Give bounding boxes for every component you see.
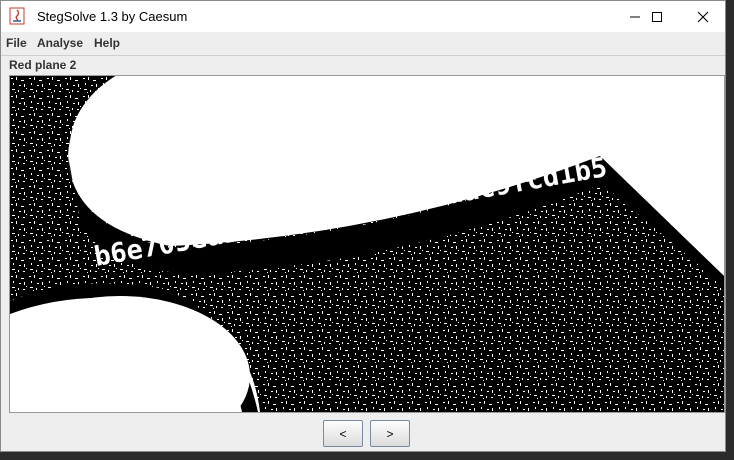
close-button[interactable] xyxy=(681,1,725,32)
title-bar: StegSolve 1.3 by Caesum xyxy=(1,1,725,32)
menu-help[interactable]: Help xyxy=(94,36,120,50)
menu-file[interactable]: File xyxy=(6,36,27,50)
close-icon xyxy=(697,11,709,22)
window-title: StegSolve 1.3 by Caesum xyxy=(37,9,188,24)
previous-plane-button[interactable]: < xyxy=(323,420,363,447)
maximize-icon xyxy=(652,11,662,22)
maximize-button[interactable] xyxy=(635,1,679,32)
plane-label: Red plane 2 xyxy=(9,58,77,72)
bit-plane-image: b6e705ea1249e2bb7b0fd7dac9fcd1b5 xyxy=(10,76,724,412)
image-canvas: b6e705ea1249e2bb7b0fd7dac9fcd1b5 xyxy=(9,75,725,413)
steg-solve-window: StegSolve 1.3 by Caesum File Analyse Hel… xyxy=(0,0,726,452)
menu-analyse[interactable]: Analyse xyxy=(37,36,83,50)
next-plane-button[interactable]: > xyxy=(370,420,410,447)
menu-separator xyxy=(1,55,725,56)
java-app-icon xyxy=(9,7,25,25)
menu-bar: File Analyse Help xyxy=(1,32,725,54)
